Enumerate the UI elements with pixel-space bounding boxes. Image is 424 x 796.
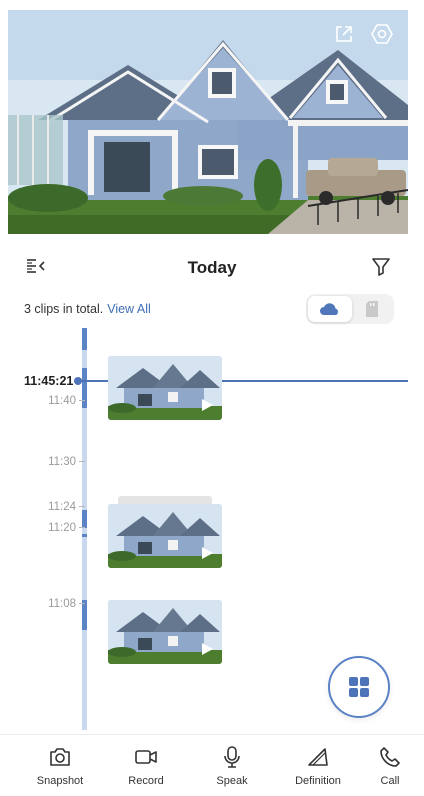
play-icon <box>202 399 213 411</box>
sd-card-icon <box>366 301 378 317</box>
camera-icon <box>47 745 73 769</box>
microphone-icon <box>219 745 245 769</box>
snapshot-label: Snapshot <box>36 775 84 787</box>
recording-clip-thumbnail[interactable] <box>108 504 222 568</box>
speak-button[interactable]: Speak <box>192 735 272 796</box>
cloud-storage-option[interactable] <box>308 296 352 322</box>
grid-icon <box>349 677 369 697</box>
time-tick: 11:40 <box>48 395 85 407</box>
view-all-link[interactable]: View All <box>107 302 151 316</box>
recording-segment[interactable] <box>82 328 87 350</box>
time-tick: 11:24 <box>48 501 85 513</box>
filter-icon[interactable] <box>370 254 392 278</box>
more-functions-button[interactable] <box>328 656 390 718</box>
playback-header: Today <box>0 248 424 286</box>
record-button[interactable]: Record <box>106 735 186 796</box>
storage-source-toggle[interactable] <box>306 294 394 324</box>
current-time-label: 11:45:21 <box>24 374 74 388</box>
time-tick: 11:30 <box>48 456 85 468</box>
snapshot-button[interactable]: Snapshot <box>20 735 100 796</box>
speak-label: Speak <box>216 775 248 787</box>
definition-button[interactable]: Definition <box>278 735 358 796</box>
call-button[interactable]: Call <box>356 735 424 796</box>
play-icon <box>202 547 213 559</box>
recording-clip-thumbnail[interactable] <box>108 356 222 420</box>
bottom-toolbar: Snapshot Record Speak Definition Call <box>0 734 424 796</box>
definition-label: Definition <box>295 775 341 787</box>
definition-icon <box>305 745 331 769</box>
clip-summary: 3 clips in total. View All <box>24 302 151 316</box>
clip-stack-indicator <box>118 496 212 504</box>
record-label: Record <box>128 775 164 787</box>
clip-count-text: 3 clips in total. <box>24 302 104 316</box>
time-tick: 11:08 <box>48 598 85 610</box>
call-label: Call <box>380 775 400 787</box>
share-icon[interactable] <box>332 22 356 46</box>
current-time-marker[interactable] <box>74 377 82 385</box>
video-icon <box>133 745 159 769</box>
phone-icon <box>377 745 403 769</box>
play-icon <box>202 643 213 655</box>
live-video-view[interactable] <box>8 10 408 234</box>
sd-card-option[interactable] <box>350 296 394 322</box>
recording-clip-thumbnail[interactable] <box>108 600 222 664</box>
cloud-icon <box>320 303 338 315</box>
recording-segment[interactable] <box>82 534 87 537</box>
time-tick: 11:20 <box>48 522 85 534</box>
settings-hex-icon[interactable] <box>370 22 394 46</box>
page-title: Today <box>187 258 237 277</box>
